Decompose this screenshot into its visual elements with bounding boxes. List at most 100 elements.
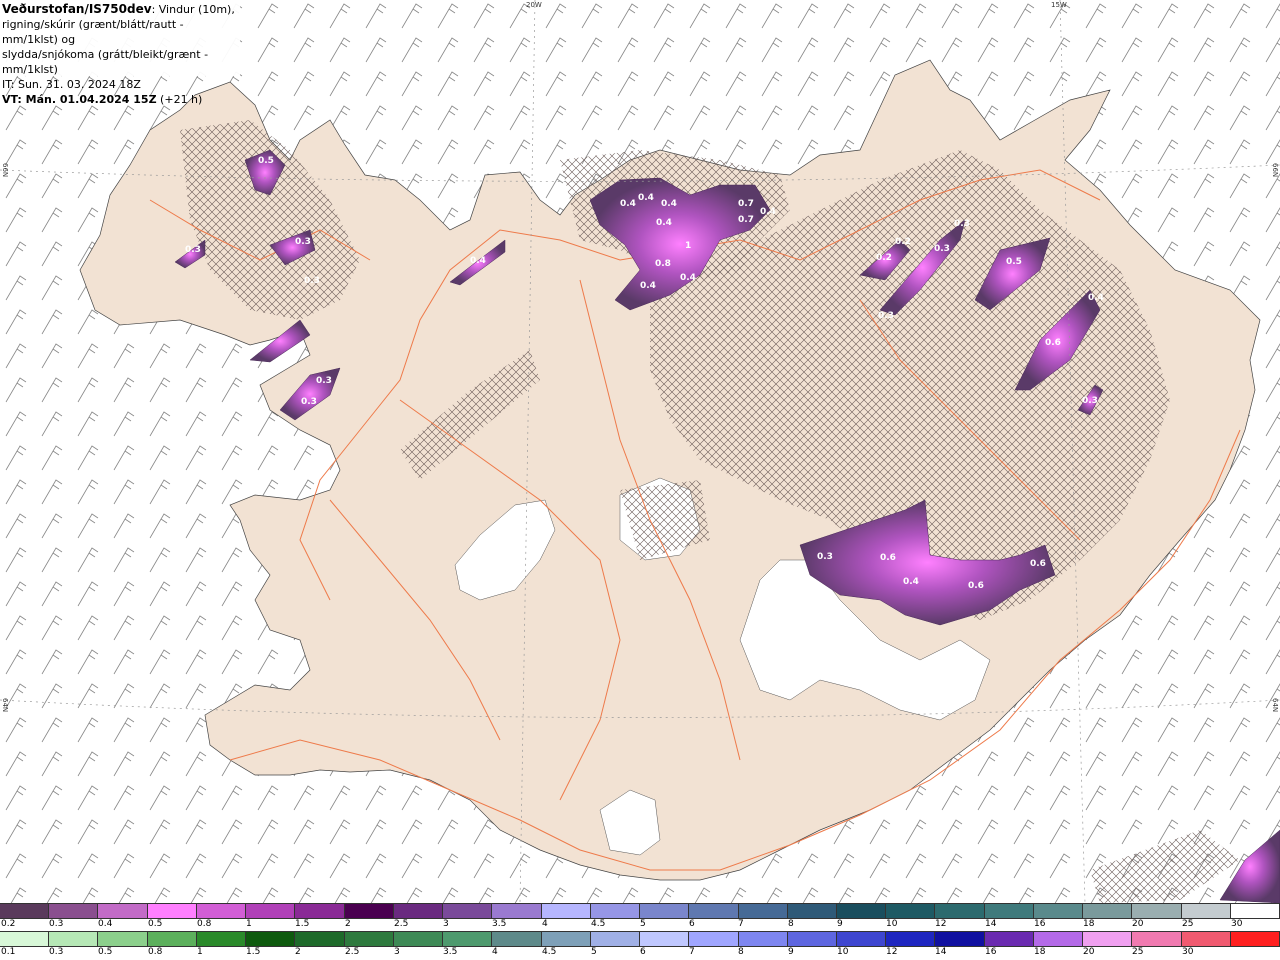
precip-label: 0.4 [638, 193, 654, 203]
desc-line-2: rigning/skúrir (grænt/blátt/rautt - mm/1… [2, 18, 184, 46]
legend-tick: 25 [1132, 947, 1144, 957]
legend-swatch [1181, 904, 1231, 918]
precip-label: 0.3 [954, 219, 970, 229]
legend-swatch [246, 932, 296, 946]
legend-swatch [640, 904, 690, 918]
legend-swatch [1083, 904, 1133, 918]
legend-tick: 16 [1034, 919, 1046, 929]
legend-swatch [443, 904, 493, 918]
legend-tick: 3.5 [492, 919, 507, 929]
lon-label-15w: 15W [1051, 1, 1067, 9]
legend-tick: 0.8 [148, 947, 163, 957]
legend-tick: 14 [935, 947, 947, 957]
legend-swatch [1033, 932, 1084, 946]
legend-tick: 9 [788, 947, 794, 957]
legend-swatch [49, 904, 99, 918]
snow-color-bar [0, 903, 1280, 919]
legend-swatch [984, 932, 1034, 946]
legend-swatch [1033, 904, 1084, 918]
legend-swatch [443, 932, 493, 946]
legend-tick: 6 [689, 919, 695, 929]
lon-label-20w: 20W [526, 1, 542, 9]
precip-label: 0.3 [185, 245, 201, 255]
legend-tick: 8 [738, 947, 744, 957]
legend-tick: 4.5 [591, 919, 606, 929]
precip-label: 0.6 [880, 553, 896, 563]
legend-tick: 16 [985, 947, 997, 957]
legend-swatch [0, 932, 50, 946]
valid-offset: (+21 h) [156, 93, 203, 106]
legend-tick: 1.5 [295, 919, 310, 929]
legend-tick: 4 [542, 919, 548, 929]
legend-swatch [590, 932, 641, 946]
precip-label: 0.4 [903, 577, 919, 587]
legend-swatch [689, 932, 739, 946]
precip-label: 0.3 [1082, 396, 1098, 406]
precip-label: 0.8 [655, 259, 671, 269]
precip-label: 0.6 [1030, 559, 1046, 569]
lat-label-64n-right: 64N [1271, 698, 1279, 713]
legend-swatch [98, 932, 148, 946]
precip-label: 0.3 [295, 237, 311, 247]
legend-tick: 30 [1182, 947, 1194, 957]
legend-tick: 4 [492, 947, 498, 957]
legend-tick: 1 [246, 919, 252, 929]
legend-swatch [295, 904, 345, 918]
precip-label: 0.6 [1045, 338, 1061, 348]
legend-tick: 10 [837, 947, 849, 957]
legend-tick: 1 [197, 947, 203, 957]
lat-label-66n-left: 66N [1, 163, 9, 178]
legend-swatch [1132, 904, 1182, 918]
legend-tick: 2 [295, 947, 301, 957]
legend-swatch [393, 932, 444, 946]
legend-tick: 3 [443, 919, 449, 929]
legend-tick: 7 [689, 947, 695, 957]
issue-time: IT: Sun. 31. 03. 2024 18Z [2, 78, 141, 91]
legend-tick: 7 [738, 919, 744, 929]
precip-label: 0.4 [661, 199, 677, 209]
legend-tick: 18 [1034, 947, 1046, 957]
legend-swatch [738, 904, 788, 918]
legend-swatch [0, 904, 50, 918]
precip-label: 0.3 [316, 376, 332, 386]
precip-label: 0.3 [934, 244, 950, 254]
legend-swatch [886, 904, 936, 918]
legend-swatch [787, 904, 837, 918]
precip-label: 0.5 [1006, 257, 1022, 267]
desc-line-1: : Vindur (10m), [151, 3, 235, 16]
legend-tick: 25 [1182, 919, 1194, 929]
precip-label: 0.4 [760, 207, 776, 217]
legend-tick: 6 [640, 947, 646, 957]
legend-swatch [541, 932, 591, 946]
legend-tick: 8 [788, 919, 794, 929]
legend-swatch [1230, 932, 1280, 946]
legend-tick: 20 [1132, 919, 1144, 929]
legend-tick: 5 [591, 947, 597, 957]
legend-tick: 0.1 [1, 947, 16, 957]
precip-label: 0.4 [656, 218, 672, 228]
precip-label: 0.3 [304, 276, 320, 286]
legend-swatch [836, 932, 887, 946]
legend-swatch [393, 904, 444, 918]
precip-label: 0.4 [1088, 293, 1104, 303]
rain-legend: 0.1 0.3 0.5 0.8 1 1.5 2 2.5 3 3.5 4 4.5 5 6 7 8 9 10 12 14 1… [0, 931, 1280, 960]
legend-tick: 0.3 [49, 947, 64, 957]
legend-swatch [1181, 932, 1231, 946]
legend-tick: 18 [1083, 919, 1095, 929]
legend-tick: 30 [1231, 919, 1243, 929]
legend-tick: 0.8 [197, 919, 212, 929]
legend-tick: 2.5 [394, 919, 409, 929]
legend-swatch [147, 904, 197, 918]
legend-swatch [689, 904, 739, 918]
legend-swatch [344, 904, 394, 918]
legend-swatch [98, 904, 148, 918]
legend-swatch [1083, 932, 1133, 946]
weather-map: 0.5 0.3 0.3 0.3 0.3 0.3 0.4 0.4 0.4 0.4 … [0, 0, 1280, 903]
legend-tick: 14 [985, 919, 997, 929]
legend-tick: 9 [837, 919, 843, 929]
legend-swatch [49, 932, 99, 946]
legend-tick: 12 [886, 947, 898, 957]
precip-label: 0.2 [876, 253, 892, 263]
legend-tick: 0.3 [49, 919, 64, 929]
legend-tick: 5 [640, 919, 646, 929]
